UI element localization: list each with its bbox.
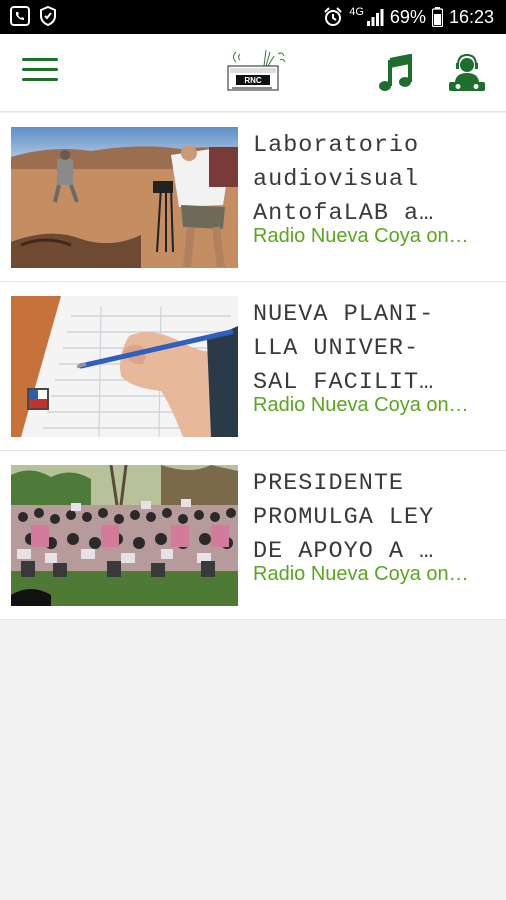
app-bar: RNC: [0, 34, 506, 112]
signal-4g-icon: [366, 9, 384, 26]
shield-icon: [40, 6, 56, 26]
music-note-icon[interactable]: [378, 54, 412, 92]
battery-icon: [431, 7, 443, 27]
article-title[interactable]: Laboratorio audiovisual AntofaLAB a…: [253, 129, 498, 231]
alarm-icon: [324, 7, 342, 26]
dj-icon[interactable]: [448, 54, 486, 92]
article-thumbnail: [11, 296, 238, 437]
clock: 16:23: [448, 6, 494, 27]
battery-percent: 69%: [389, 6, 426, 27]
article-title[interactable]: NUEVA PLANI- LLA UNIVER- SAL FACILIT…: [253, 298, 498, 400]
status-bar: 4G 69% 16:23: [0, 0, 506, 34]
article-source: Radio Nueva Coya on…: [253, 394, 469, 416]
article-card-1[interactable]: Laboratorio audiovisual AntofaLAB a… Rad…: [0, 113, 506, 282]
article-source: Radio Nueva Coya on…: [253, 563, 469, 585]
article-list: Laboratorio audiovisual AntofaLAB a… Rad…: [0, 113, 506, 620]
article-source: Radio Nueva Coya on…: [253, 225, 469, 247]
article-title[interactable]: PRESIDENTE PROMULGA LEY DE APOYO A …: [253, 467, 498, 569]
article-card-2[interactable]: NUEVA PLANI- LLA UNIVER- SAL FACILIT… Ra…: [0, 282, 506, 451]
logo-text: RNC: [244, 76, 262, 85]
article-thumbnail: [11, 465, 238, 606]
radio-logo: RNC: [227, 49, 286, 91]
hamburger-menu-icon[interactable]: [22, 58, 58, 88]
whatsapp-icon: [10, 6, 30, 26]
network-type: 4G: [349, 6, 364, 18]
article-thumbnail: [11, 127, 238, 268]
article-card-3[interactable]: PRESIDENTE PROMULGA LEY DE APOYO A … Rad…: [0, 451, 506, 620]
